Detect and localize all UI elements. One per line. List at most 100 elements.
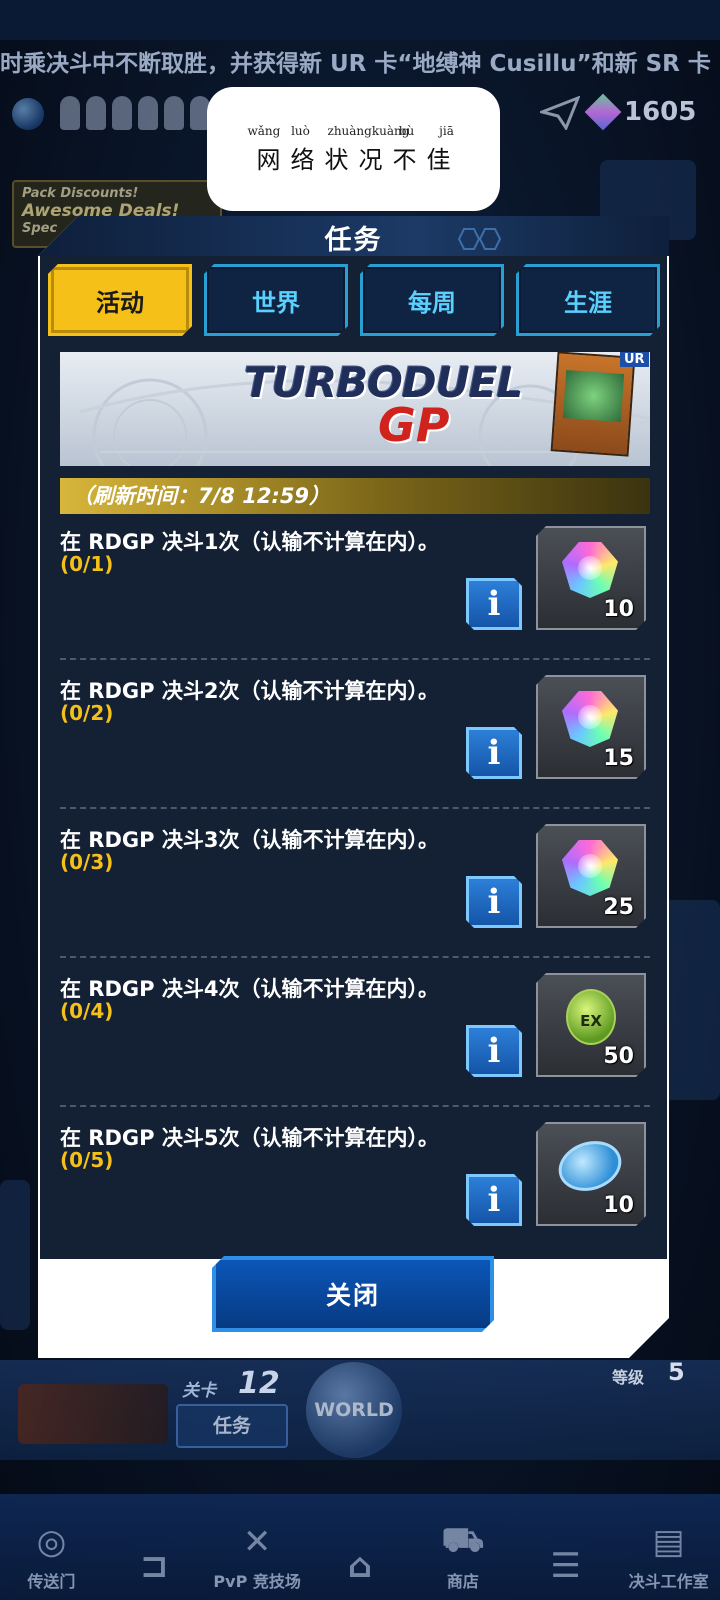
- portal-icon: ◎: [36, 1522, 67, 1562]
- divider: [60, 807, 650, 809]
- reward-box[interactable]: 15: [536, 675, 646, 779]
- reward-box[interactable]: 10: [536, 1122, 646, 1226]
- event-banner: TURBODUEL GP UR: [60, 352, 650, 466]
- toast-message: 网 络 状 况 不 佳: [255, 140, 453, 175]
- toast-pinyin: wǎng luò zhuàngkuàng bù jiā: [248, 124, 460, 138]
- mission-tabs: 活动 世界 每周 生涯: [48, 264, 660, 342]
- missions-button[interactable]: 任务: [176, 1404, 288, 1448]
- profile-orb-icon[interactable]: [12, 98, 44, 130]
- nav-label: PvP 竞技场: [213, 1572, 301, 1591]
- toast-char: 况: [358, 145, 383, 174]
- ur-card-image: [550, 352, 636, 457]
- gem-icon: [584, 93, 622, 131]
- refresh-time-bar: （刷新时间：7/8 12:59）: [60, 478, 650, 514]
- pinyin: jiā: [439, 123, 454, 138]
- reward-box[interactable]: EX 50: [536, 973, 646, 1077]
- mission-item: 在 RDGP 决斗4次（认输不计算在内）。 (0/4) i EX 50: [60, 965, 650, 1114]
- mission-progress: (0/2): [60, 701, 114, 725]
- nav-shop[interactable]: ⛟ 商店: [411, 1520, 514, 1592]
- gem-icon: [562, 840, 618, 896]
- dialog-title: 任务: [324, 225, 383, 256]
- info-button[interactable]: i: [466, 1025, 522, 1077]
- nav-label: 决斗工作室: [628, 1572, 709, 1591]
- coin-icon: [552, 1133, 628, 1198]
- mission-progress: (0/4): [60, 999, 114, 1023]
- person-icon: [86, 96, 106, 130]
- home-icon: ⌂: [347, 1546, 373, 1586]
- mission-item: 在 RDGP 决斗1次（认输不计算在内）。 (0/1) i 10: [60, 518, 650, 667]
- mission-item: 在 RDGP 决斗3次（认输不计算在内）。 (0/3) i 25: [60, 816, 650, 965]
- mission-title: 在 RDGP 决斗5次（认输不计算在内）。: [60, 1126, 439, 1150]
- dialog-body: 活动 世界 每周 生涯 TURBODUEL GP UR （刷新时间：7/8 12…: [40, 256, 667, 1259]
- mission-progress: (0/1): [60, 552, 114, 576]
- mission-title: 在 RDGP 决斗4次（认输不计算在内）。: [60, 977, 439, 1001]
- gem-counter[interactable]: 1605: [584, 93, 696, 131]
- reward-quantity: 15: [603, 746, 634, 771]
- mission-title: 在 RDGP 决斗3次（认输不计算在内）。: [60, 828, 439, 852]
- side-deco-left: [0, 1180, 30, 1330]
- world-button[interactable]: WORLD: [306, 1362, 402, 1458]
- mission-progress: (0/5): [60, 1148, 114, 1172]
- ex-orb-icon: EX: [566, 989, 616, 1045]
- news-ticker: 时乘决斗中不断取胜，并获得新 UR 卡“地缚神 Cusillu”和新 SR 卡: [0, 51, 711, 77]
- cards-icon: ▤: [652, 1522, 685, 1562]
- send-icon[interactable]: [540, 96, 580, 130]
- swords-icon: ✕: [242, 1522, 272, 1562]
- pinyin: luò: [291, 123, 310, 138]
- 5ds-logo: [18, 1384, 168, 1444]
- mission-progress: (0/3): [60, 850, 114, 874]
- person-icon: [138, 96, 158, 130]
- level-label: 等级: [612, 1368, 645, 1387]
- gem-icon: [562, 542, 618, 598]
- tab-event[interactable]: 活动: [48, 264, 192, 336]
- person-icon: [112, 96, 132, 130]
- toast-char: 佳: [426, 145, 451, 174]
- nav-portal[interactable]: ◎ 传送门: [0, 1520, 103, 1592]
- person-icon: [164, 96, 184, 130]
- info-button[interactable]: i: [466, 876, 522, 928]
- tab-world[interactable]: 世界: [204, 264, 348, 336]
- dialog-header: 任务: [38, 216, 669, 256]
- reward-box[interactable]: 10: [536, 526, 646, 630]
- divider: [60, 1105, 650, 1107]
- tab-career[interactable]: 生涯: [516, 264, 660, 336]
- close-button[interactable]: 关闭: [212, 1256, 494, 1332]
- nav-pvp-arena[interactable]: ✕ PvP 竞技场: [206, 1520, 309, 1592]
- nav-back[interactable]: ⊐: [103, 1544, 206, 1592]
- tab-weekly[interactable]: 每周: [360, 264, 504, 336]
- info-button[interactable]: i: [466, 578, 522, 630]
- toast-char: 络: [290, 145, 315, 174]
- info-button[interactable]: i: [466, 1174, 522, 1226]
- missions-dialog: 任务 活动 世界 每周 生涯 TURBODUEL GP UR （刷新时间：7/8…: [38, 216, 669, 1358]
- toast-char: 网: [256, 145, 281, 174]
- bottom-nav: ◎ 传送门 ⊐ ✕ PvP 竞技场 ⌂ ⛟ 商店 ☰ ▤ 决斗工作室: [0, 1494, 720, 1600]
- reward-box[interactable]: 25: [536, 824, 646, 928]
- mission-item: 在 RDGP 决斗5次（认输不计算在内）。 (0/5) i 10: [60, 1114, 650, 1263]
- network-status-toast: wǎng luò zhuàngkuàng bù jiā 网 络 状 况 不 佳: [207, 87, 500, 211]
- card-art: [562, 370, 625, 422]
- level-number: 5: [668, 1358, 685, 1386]
- nav-menu[interactable]: ☰: [514, 1544, 617, 1592]
- back-icon: ⊐: [140, 1546, 169, 1586]
- mission-title: 在 RDGP 决斗1次（认输不计算在内）。: [60, 530, 439, 554]
- toast-char: 状: [324, 145, 349, 174]
- stage-number: 12: [238, 1366, 280, 1401]
- stage-label: 关卡: [182, 1381, 216, 1401]
- ur-rarity-badge: UR: [620, 352, 649, 367]
- toast-char: 不: [392, 145, 417, 174]
- reward-quantity: 10: [603, 597, 634, 622]
- mission-title: 在 RDGP 决斗2次（认输不计算在内）。: [60, 679, 439, 703]
- pinyin: wǎng: [247, 123, 281, 138]
- nav-label: 传送门: [27, 1572, 76, 1591]
- nav-duel-studio[interactable]: ▤ 决斗工作室: [617, 1520, 720, 1592]
- gem-icon: [562, 691, 618, 747]
- reward-quantity: 10: [603, 1193, 634, 1218]
- status-bar: [0, 0, 720, 40]
- divider: [60, 956, 650, 958]
- pinyin: bù: [398, 123, 415, 138]
- info-button[interactable]: i: [466, 727, 522, 779]
- pack-discount-line1: Pack Discounts!: [22, 186, 139, 201]
- gp-logo: GP: [378, 398, 450, 452]
- reward-quantity: 50: [603, 1044, 634, 1069]
- nav-home[interactable]: ⌂: [309, 1544, 412, 1592]
